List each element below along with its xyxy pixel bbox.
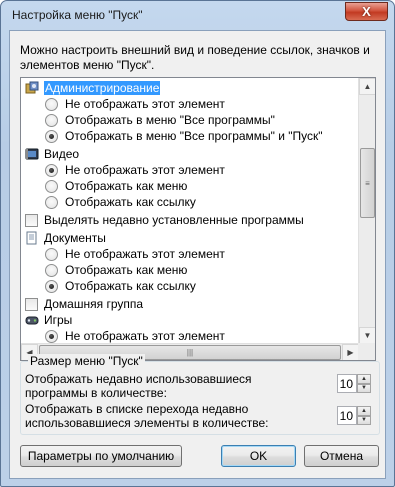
scroll-right-arrow-icon[interactable]: ▶: [342, 344, 359, 360]
option-label: Отображать как меню: [65, 263, 188, 277]
radio-button-selected[interactable]: [45, 279, 58, 293]
radio-button[interactable]: [45, 113, 58, 127]
spin-up-icon[interactable]: ▲: [357, 374, 371, 384]
category-label: Видео: [44, 147, 80, 161]
defaults-button[interactable]: Параметры по умолчанию: [20, 445, 182, 467]
list-item-video[interactable]: Видео: [25, 146, 79, 162]
option-label: Отображать в меню "Все программы" и "Пус…: [65, 129, 323, 143]
ok-button[interactable]: OK: [221, 445, 296, 467]
label-line: программы в количестве:: [25, 386, 167, 400]
jump-list-spinner[interactable]: 10 ▲ ▼: [337, 406, 371, 425]
admin-option-all-programs-and-start[interactable]: Отображать в меню "Все программы" и "Пус…: [45, 128, 323, 144]
documents-option-menu[interactable]: Отображать как меню: [45, 262, 187, 278]
category-label: Администрирование: [44, 81, 161, 95]
start-menu-size-group: Размер меню "Пуск" Отображать недавно ис…: [20, 354, 380, 435]
documents-library-icon: [25, 231, 39, 245]
admin-tools-icon: [25, 81, 39, 95]
dialog-client-area: Можно настроить внешний вид и поведение …: [9, 30, 386, 479]
option-label: Отображать как меню: [65, 179, 188, 193]
description-text: Можно настроить внешний вид и поведение …: [20, 43, 370, 72]
spin-down-icon[interactable]: ▼: [357, 383, 371, 393]
list-item-documents[interactable]: Документы: [25, 230, 106, 246]
category-label: Игры: [44, 313, 73, 327]
video-option-link[interactable]: Отображать как ссылку: [45, 194, 196, 210]
video-library-icon: [25, 147, 39, 161]
category-label: Документы: [44, 231, 106, 245]
checkbox[interactable]: [25, 297, 38, 311]
video-option-hide[interactable]: Не отображать этот элемент: [45, 162, 225, 178]
list-item-administration[interactable]: Администрирование: [25, 80, 161, 96]
spin-down-icon[interactable]: ▼: [357, 415, 371, 425]
scroll-up-arrow-icon[interactable]: ▲: [359, 78, 375, 95]
recent-programs-label: Отображать недавно использовавшиеся прог…: [25, 372, 252, 400]
vertical-scroll-thumb[interactable]: ≡: [360, 148, 375, 218]
checkbox-label: Домашняя группа: [44, 297, 144, 311]
video-option-menu[interactable]: Отображать как меню: [45, 178, 187, 194]
jump-list-input[interactable]: 10: [337, 406, 357, 425]
label-line: Отображать в списке перехода недавно: [25, 402, 249, 416]
list-item-games[interactable]: Игры: [25, 312, 72, 328]
documents-option-hide[interactable]: Не отображать этот элемент: [45, 246, 225, 262]
dialog-window: Настройка меню "Пуск" X Можно настроить …: [0, 0, 395, 487]
close-button[interactable]: X: [345, 2, 388, 21]
option-label: Не отображать этот элемент: [65, 247, 225, 261]
radio-button[interactable]: [45, 179, 58, 193]
start-menu-options-list[interactable]: Администрирование Не отображать этот эле…: [20, 77, 376, 361]
option-label: Не отображать этот элемент: [65, 329, 225, 343]
close-icon: X: [362, 4, 371, 19]
title-bar[interactable]: Настройка меню "Пуск" X: [1, 1, 394, 29]
option-label: Отображать в меню "Все программы": [65, 113, 275, 127]
option-label: Не отображать этот элемент: [65, 163, 225, 177]
vertical-scrollbar[interactable]: ▲ ≡ ▼: [358, 78, 375, 344]
label-line: использовавшиеся элементы в количестве:: [25, 416, 269, 430]
recent-programs-input[interactable]: 10: [337, 374, 357, 393]
list-item-highlight-new-programs[interactable]: Выделять недавно установленные программы: [25, 212, 304, 228]
radio-button[interactable]: [45, 195, 58, 209]
radio-button-selected[interactable]: [45, 329, 58, 343]
list-item-homegroup[interactable]: Домашняя группа: [25, 296, 143, 312]
radio-button[interactable]: [45, 247, 58, 261]
games-option-hide[interactable]: Не отображать этот элемент: [45, 328, 225, 344]
label-line: Отображать недавно использовавшиеся: [25, 372, 252, 386]
recent-programs-spinner[interactable]: 10 ▲ ▼: [337, 374, 371, 393]
spinner-arrows[interactable]: ▲ ▼: [357, 374, 371, 393]
scrollbar-corner: [358, 343, 375, 360]
admin-option-hide[interactable]: Не отображать этот элемент: [45, 96, 225, 112]
documents-option-link[interactable]: Отображать как ссылку: [45, 278, 196, 294]
spin-up-icon[interactable]: ▲: [357, 406, 371, 416]
radio-button[interactable]: [45, 263, 58, 277]
window-title: Настройка меню "Пуск": [12, 8, 143, 22]
option-label: Не отображать этот элемент: [65, 97, 225, 111]
jump-list-label: Отображать в списке перехода недавно исп…: [25, 402, 268, 430]
scroll-down-arrow-icon[interactable]: ▼: [359, 327, 375, 344]
admin-option-all-programs[interactable]: Отображать в меню "Все программы": [45, 112, 275, 128]
list-viewport: Администрирование Не отображать этот эле…: [21, 78, 359, 344]
cancel-button[interactable]: Отмена: [304, 445, 379, 467]
group-title: Размер меню "Пуск": [28, 354, 145, 368]
radio-button-selected[interactable]: [45, 163, 58, 177]
radio-button[interactable]: [45, 97, 58, 111]
radio-button-selected[interactable]: [45, 129, 58, 143]
games-icon: [25, 313, 39, 327]
option-label: Отображать как ссылку: [65, 279, 196, 293]
option-label: Отображать как ссылку: [65, 195, 196, 209]
checkbox-label: Выделять недавно установленные программы: [44, 213, 304, 227]
spinner-arrows[interactable]: ▲ ▼: [357, 406, 371, 425]
checkbox[interactable]: [25, 213, 38, 227]
